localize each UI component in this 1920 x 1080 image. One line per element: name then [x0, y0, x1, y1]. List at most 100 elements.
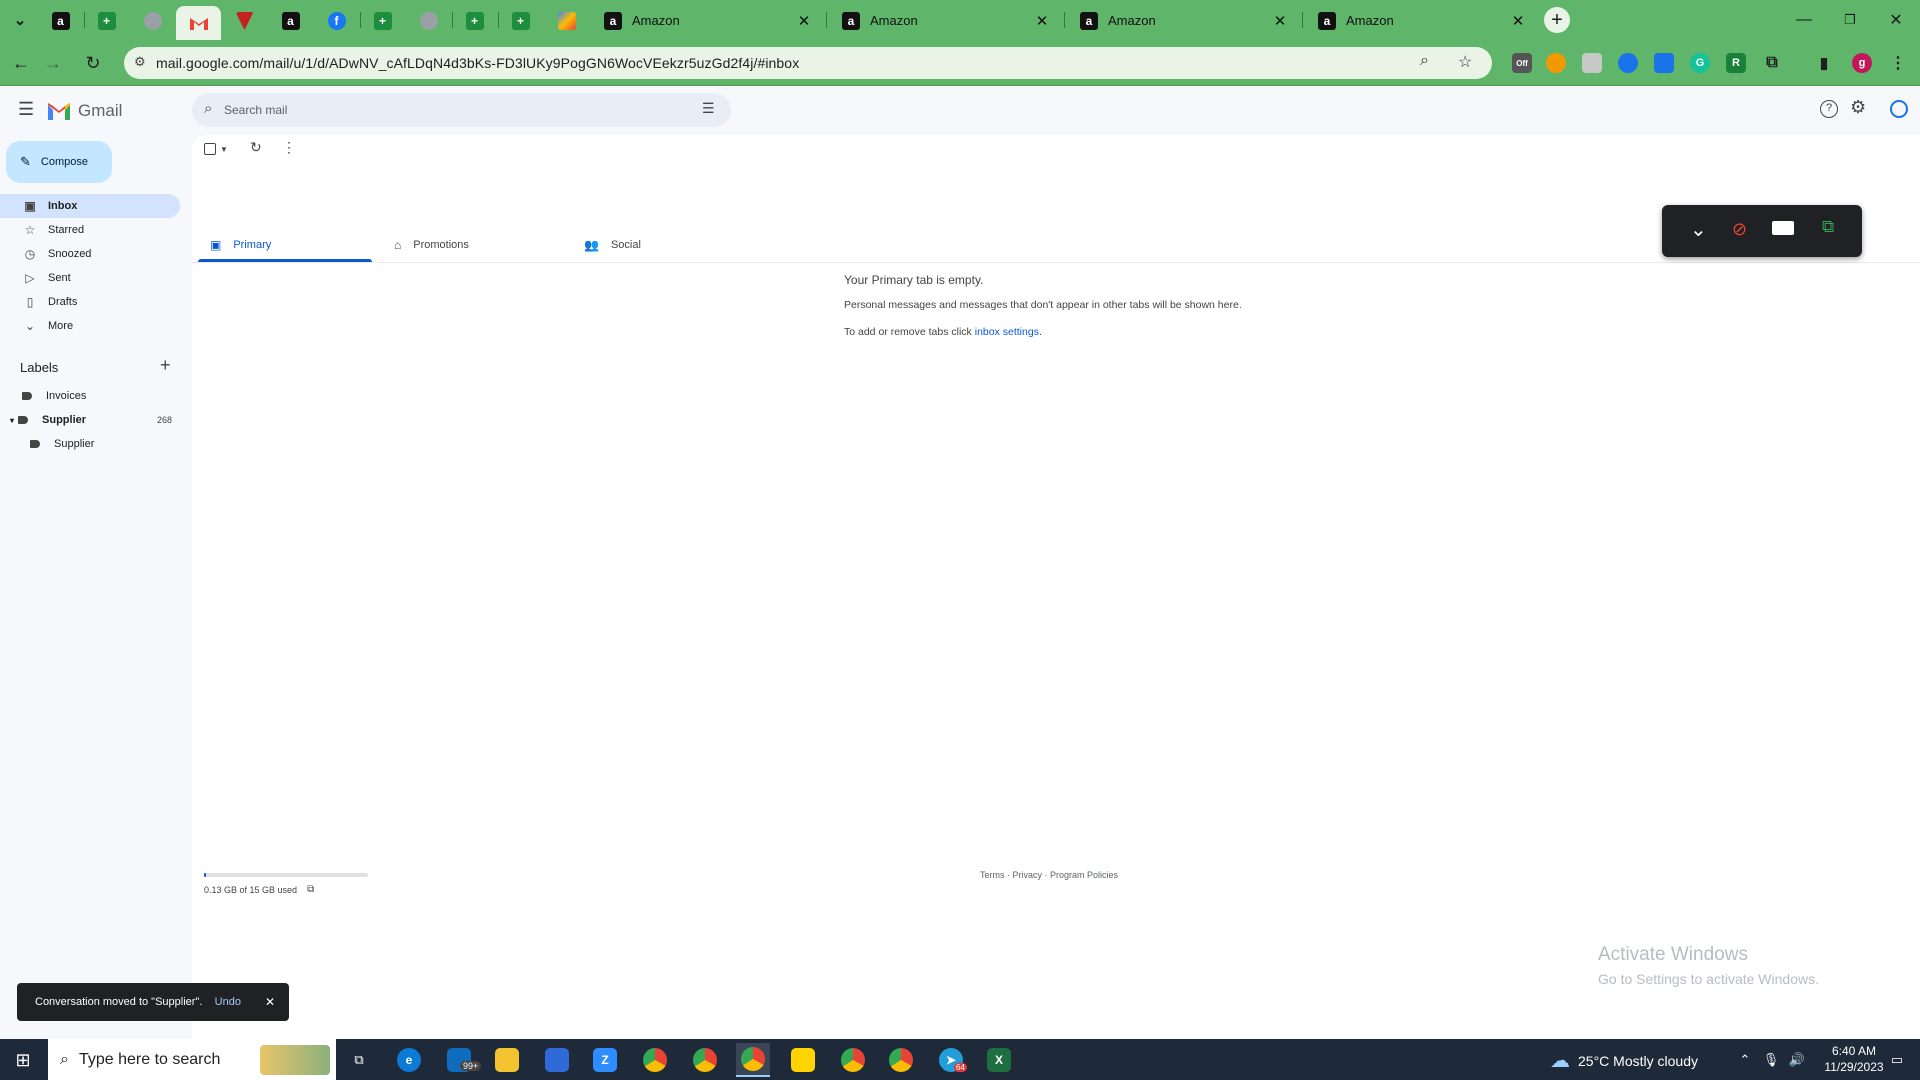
- search-options-icon[interactable]: ☰: [702, 100, 715, 117]
- bookmark-star-icon[interactable]: ☆: [1458, 52, 1472, 72]
- extension-rs-icon[interactable]: R: [1726, 53, 1746, 73]
- browser-menu-icon[interactable]: ⋮: [1888, 53, 1908, 73]
- taskbar-app-mail[interactable]: 99+: [442, 1043, 482, 1077]
- taskbar-app-zoom[interactable]: Z: [588, 1043, 622, 1077]
- taskbar-app-chrome-active[interactable]: [736, 1043, 770, 1077]
- tab-close-icon[interactable]: ✕: [1032, 12, 1052, 30]
- extension-off-icon[interactable]: Off: [1512, 53, 1532, 73]
- toast-close-icon[interactable]: ✕: [265, 995, 275, 1009]
- tab-search-chevron-icon[interactable]: ⌄: [6, 6, 34, 34]
- terms-link[interactable]: Terms: [980, 870, 1005, 880]
- more-options-icon[interactable]: ⋮: [282, 139, 296, 156]
- inbox-settings-link[interactable]: inbox settings: [975, 326, 1039, 338]
- open-external-icon[interactable]: ⧉: [1822, 217, 1834, 237]
- pinned-tab-gmail-active[interactable]: [176, 6, 221, 40]
- address-bar[interactable]: ⚙ mail.google.com/mail/u/1/d/ADwNV_cAfLD…: [124, 47, 1492, 79]
- label-item-supplier[interactable]: ▾ Supplier 268: [10, 410, 172, 430]
- taskbar-app-store[interactable]: [540, 1043, 574, 1077]
- camera-icon[interactable]: [1772, 221, 1794, 235]
- sidebar-item-inbox[interactable]: ▣ Inbox: [0, 194, 180, 218]
- label-item-supplier-sub[interactable]: Supplier: [30, 434, 94, 454]
- window-restore-icon[interactable]: ❐: [1838, 8, 1862, 32]
- search-input[interactable]: Search mail: [224, 103, 287, 117]
- forward-arrow-icon[interactable]: →: [38, 48, 68, 78]
- undo-button[interactable]: Undo: [215, 996, 241, 1008]
- pinned-tab-feather[interactable]: [544, 8, 589, 34]
- program-policies-link[interactable]: Program Policies: [1050, 870, 1118, 880]
- tab-close-icon[interactable]: ✕: [794, 12, 814, 30]
- sidebar-item-more[interactable]: ⌄ More: [0, 314, 180, 338]
- sidebar-item-sent[interactable]: ▷ Sent: [0, 266, 180, 290]
- site-info-icon[interactable]: ⚙: [134, 54, 146, 70]
- expand-caret-icon[interactable]: ▾: [10, 416, 14, 425]
- pinned-tab-sheets-3[interactable]: +: [452, 8, 497, 34]
- extension-translate-icon[interactable]: [1654, 53, 1674, 73]
- pinned-tab-sheets-2[interactable]: +: [360, 8, 405, 34]
- taskbar-app-chrome-1[interactable]: [638, 1043, 672, 1077]
- grammarly-icon[interactable]: G: [1690, 53, 1710, 73]
- gmail-logo[interactable]: Gmail: [48, 101, 122, 121]
- profile-avatar[interactable]: g: [1852, 53, 1872, 73]
- taskbar-app-sticky-notes[interactable]: [786, 1043, 820, 1077]
- weather-widget[interactable]: ☁ 25°C Mostly cloudy: [1550, 1048, 1698, 1073]
- taskbar-search-input[interactable]: Type here to search: [79, 1051, 220, 1069]
- tab-close-icon[interactable]: ✕: [1270, 12, 1290, 30]
- side-panel-icon[interactable]: ▮: [1814, 53, 1834, 73]
- notifications-icon[interactable]: ▭: [1880, 1043, 1914, 1077]
- mic-off-icon[interactable]: ⊘: [1732, 219, 1747, 240]
- help-icon[interactable]: ?: [1820, 100, 1838, 118]
- reload-icon[interactable]: ↻: [78, 48, 108, 78]
- tab-amazon-1[interactable]: a Amazon ✕: [590, 5, 826, 36]
- extension-orange-icon[interactable]: [1546, 53, 1566, 73]
- collapse-chevron-icon[interactable]: ⌄: [1690, 217, 1707, 242]
- extension-blue-icon[interactable]: [1618, 53, 1638, 73]
- windows-start-icon[interactable]: ⊞: [6, 1043, 40, 1077]
- settings-gear-icon[interactable]: ⚙: [1850, 97, 1866, 118]
- volume-icon[interactable]: 🔊: [1780, 1043, 1814, 1077]
- extension-pen-icon[interactable]: [1582, 53, 1602, 73]
- taskbar-app-chrome-2[interactable]: [688, 1043, 722, 1077]
- pinned-tab-globe[interactable]: [130, 8, 175, 34]
- pinned-tab-amazon-2[interactable]: a: [268, 8, 313, 34]
- pinned-tab-globe-2[interactable]: [406, 8, 451, 34]
- taskbar-app-telegram[interactable]: ➤ 64: [934, 1043, 968, 1077]
- tab-amazon-3[interactable]: a Amazon ✕: [1066, 5, 1302, 36]
- open-external-icon[interactable]: ⧉: [307, 884, 314, 895]
- taskbar-app-chrome-3[interactable]: [836, 1043, 870, 1077]
- tab-social[interactable]: 👥 Social: [584, 227, 641, 263]
- pinned-tab-sheets-4[interactable]: +: [498, 8, 543, 34]
- back-arrow-icon[interactable]: ←: [6, 48, 36, 78]
- privacy-link[interactable]: Privacy: [1013, 870, 1043, 880]
- pinned-tab-sheets[interactable]: +: [84, 8, 129, 34]
- compose-button[interactable]: ✎ Compose: [6, 141, 112, 183]
- window-close-icon[interactable]: ✕: [1884, 8, 1908, 32]
- pinned-tab-facebook[interactable]: f: [314, 8, 359, 34]
- sidebar-item-drafts[interactable]: ▯ Drafts: [0, 290, 180, 314]
- tab-primary[interactable]: ▣ Primary: [198, 227, 372, 263]
- taskbar-app-explorer[interactable]: [490, 1043, 524, 1077]
- label-item-invoices[interactable]: Invoices: [22, 386, 86, 406]
- main-menu-icon[interactable]: ☰: [18, 99, 34, 120]
- select-all-checkbox[interactable]: ▼: [204, 143, 228, 155]
- add-label-plus-icon[interactable]: +: [160, 355, 171, 376]
- google-apps-account-icon[interactable]: [1890, 100, 1908, 118]
- task-view-icon[interactable]: ⧉: [342, 1043, 376, 1077]
- tab-amazon-4[interactable]: a Amazon ✕: [1304, 5, 1540, 36]
- sidebar-item-starred[interactable]: ☆ Starred: [0, 218, 180, 242]
- tab-promotions[interactable]: ⌂ Promotions: [394, 227, 469, 263]
- window-minimize-icon[interactable]: —: [1792, 8, 1816, 32]
- extensions-puzzle-icon[interactable]: ⧉: [1762, 53, 1782, 73]
- pinned-tab-red-arrow[interactable]: [222, 8, 267, 34]
- tab-close-icon[interactable]: ✕: [1508, 12, 1528, 30]
- search-icon[interactable]: ⌕: [204, 100, 212, 117]
- taskbar-app-chrome-4[interactable]: [884, 1043, 918, 1077]
- tab-amazon-2[interactable]: a Amazon ✕: [828, 5, 1064, 36]
- taskbar-search-box[interactable]: ⌕ Type here to search: [48, 1039, 336, 1080]
- taskbar-app-edge[interactable]: e: [392, 1043, 426, 1077]
- taskbar-app-excel[interactable]: X: [982, 1043, 1016, 1077]
- new-tab-plus-icon[interactable]: +: [1544, 7, 1570, 33]
- sidebar-item-snoozed[interactable]: ◷ Snoozed: [0, 242, 180, 266]
- refresh-icon[interactable]: ↻: [250, 139, 262, 156]
- zoom-magnifier-icon[interactable]: ⌕: [1420, 52, 1429, 70]
- search-bar[interactable]: ⌕ Search mail ☰: [192, 93, 731, 127]
